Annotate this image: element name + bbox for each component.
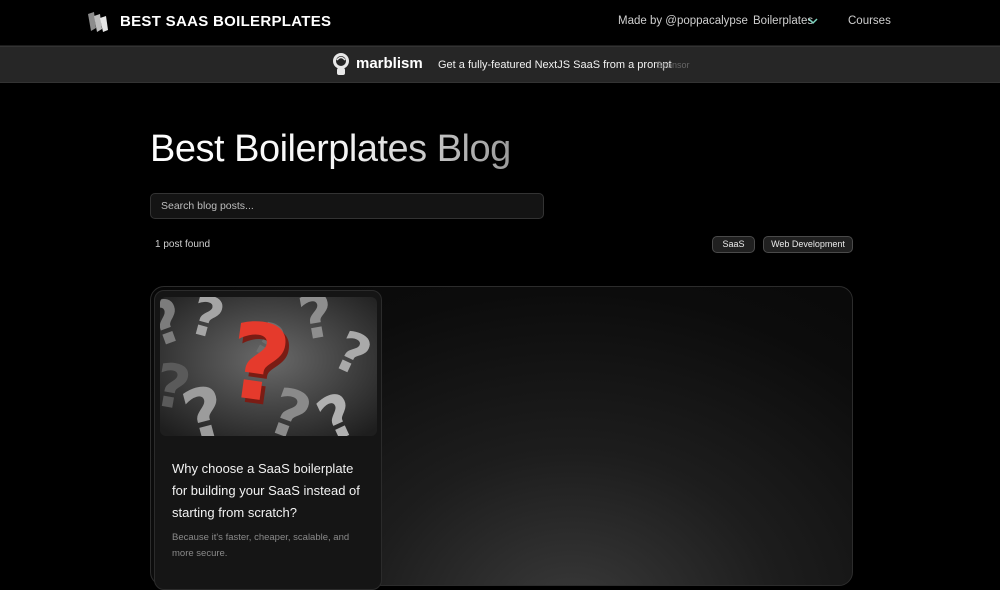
brand-name[interactable]: BEST SAAS BOILERPLATES xyxy=(120,13,331,30)
question-marks-image: ? ? ? ? ? ? ? ? ? ? ? xyxy=(160,297,377,436)
chevron-down-icon[interactable] xyxy=(808,17,818,25)
sponsor-name: marblism xyxy=(356,55,423,72)
top-nav: BEST SAAS BOILERPLATES Made by @poppacal… xyxy=(0,0,1000,46)
page-title: Best Boilerplates Blog xyxy=(150,128,511,170)
search-input[interactable] xyxy=(150,193,544,219)
sponsor-label: Sponsor xyxy=(656,60,690,70)
tag-web-development[interactable]: Web Development xyxy=(763,236,853,253)
post-title[interactable]: Why choose a SaaS boilerplate for buildi… xyxy=(172,458,372,524)
brand-logo-icon[interactable] xyxy=(88,12,110,32)
tag-saas[interactable]: SaaS xyxy=(712,236,755,253)
post-thumbnail[interactable]: ? ? ? ? ? ? ? ? ? ? ? xyxy=(160,297,377,436)
post-count: 1 post found xyxy=(155,239,211,250)
post-description: Because it's faster, cheaper, scalable, … xyxy=(172,532,350,559)
nav-boilerplates-menu[interactable]: Boilerplates xyxy=(753,15,813,27)
nav-courses-link[interactable]: Courses xyxy=(848,15,891,27)
nav-made-by-link[interactable]: Made by @poppacalypse xyxy=(618,15,748,27)
sponsor-text: Get a fully-featured NextJS SaaS from a … xyxy=(438,59,672,71)
sponsor-bar[interactable]: marblism Get a fully-featured NextJS Saa… xyxy=(0,46,1000,83)
marblism-logo-icon xyxy=(333,53,349,75)
